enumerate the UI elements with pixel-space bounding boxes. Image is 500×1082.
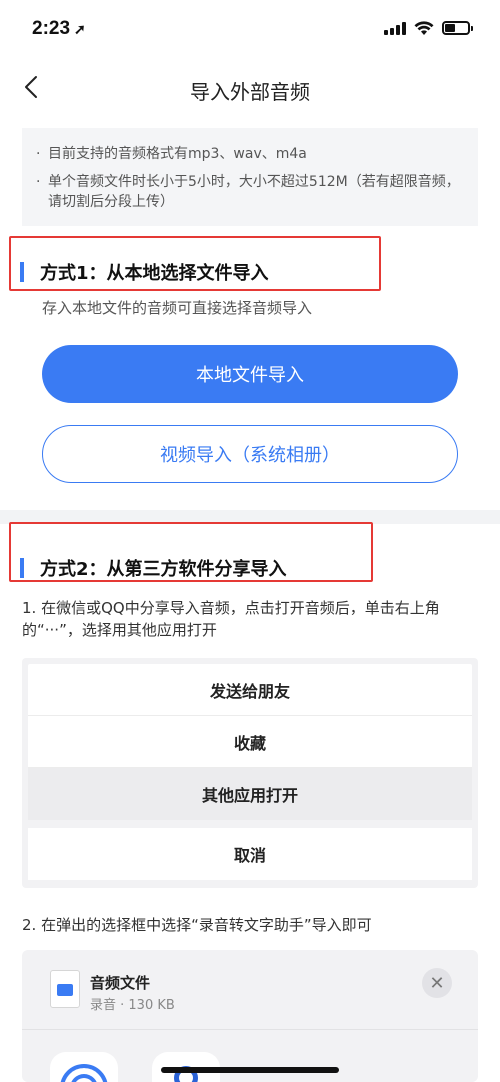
signal-icon (384, 21, 406, 35)
close-icon: ✕ (422, 968, 452, 998)
notice-item: · 目前支持的音频格式有mp3、wav、m4a (36, 144, 464, 164)
file-name: 音频文件 (90, 974, 151, 992)
status-time: 2:23 ➚ (32, 18, 86, 40)
sheet-item-send-to-friend: 发送给朋友 (28, 664, 472, 716)
method2-heading: 方式2：从第三方软件分享导入 (20, 555, 287, 581)
local-file-import-button[interactable]: 本地文件导入 (42, 345, 458, 403)
video-import-button[interactable]: 视频导入（系统相册） (42, 425, 458, 483)
method1-heading-text: 方式1：从本地选择文件导入 (40, 263, 269, 284)
share-file-row: 音频文件 录音 · 130 KB ✕ (22, 950, 478, 1030)
page-title: 导入外部音频 (190, 80, 310, 104)
notice-text: 单个音频文件时长小于5小时，大小不超过512M（若有超限音频，请切割后分段上传） (48, 174, 460, 210)
recorder-app-icon (50, 1052, 118, 1082)
action-sheet-group: 发送给朋友 收藏 其他应用打开 (28, 664, 472, 820)
clock-text: 2:23 (32, 18, 71, 39)
notice-item: · 单个音频文件时长小于5小时，大小不超过512M（若有超限音频，请切割后分段上… (36, 172, 464, 212)
battery-icon (442, 21, 473, 35)
method1-heading: 方式1：从本地选择文件导入 (20, 259, 269, 285)
bullet: · (36, 174, 41, 190)
action-sheet-illustration: 发送给朋友 收藏 其他应用打开 取消 (22, 658, 478, 888)
sheet-item-cancel: 取消 (28, 828, 472, 880)
wifi-icon (414, 21, 434, 35)
heading-accent-bar (20, 262, 24, 282)
nav-bar: 导入外部音频 (0, 60, 500, 116)
bullet: · (36, 146, 41, 162)
step1-text: 1. 在微信或QQ中分享导入音频，点击打开音频后，单击右上角的“···”，选择用… (22, 599, 440, 639)
step2-text: 2. 在弹出的选择框中选择“录音转文字助手”导入即可 (22, 916, 372, 934)
status-bar: 2:23 ➚ (0, 0, 500, 60)
heading-accent-bar (20, 558, 24, 578)
location-arrow-icon: ➚ (74, 21, 86, 37)
notice-text: 目前支持的音频格式有mp3、wav、m4a (48, 146, 307, 162)
home-indicator (161, 1067, 339, 1073)
share-panel-illustration: 音频文件 录音 · 130 KB ✕ (22, 950, 478, 1082)
format-notice: · 目前支持的音频格式有mp3、wav、m4a · 单个音频文件时长小于5小时，… (22, 128, 478, 226)
sheet-item-favorite: 收藏 (28, 716, 472, 768)
method2-heading-text: 方式2：从第三方软件分享导入 (40, 559, 287, 580)
file-meta: 录音 · 130 KB (90, 998, 175, 1013)
status-icons (384, 20, 473, 36)
audio-file-icon (50, 970, 80, 1008)
method1-description: 存入本地文件的音频可直接选择音频导入 (42, 299, 313, 317)
sheet-item-open-with-other-app: 其他应用打开 (28, 768, 472, 820)
